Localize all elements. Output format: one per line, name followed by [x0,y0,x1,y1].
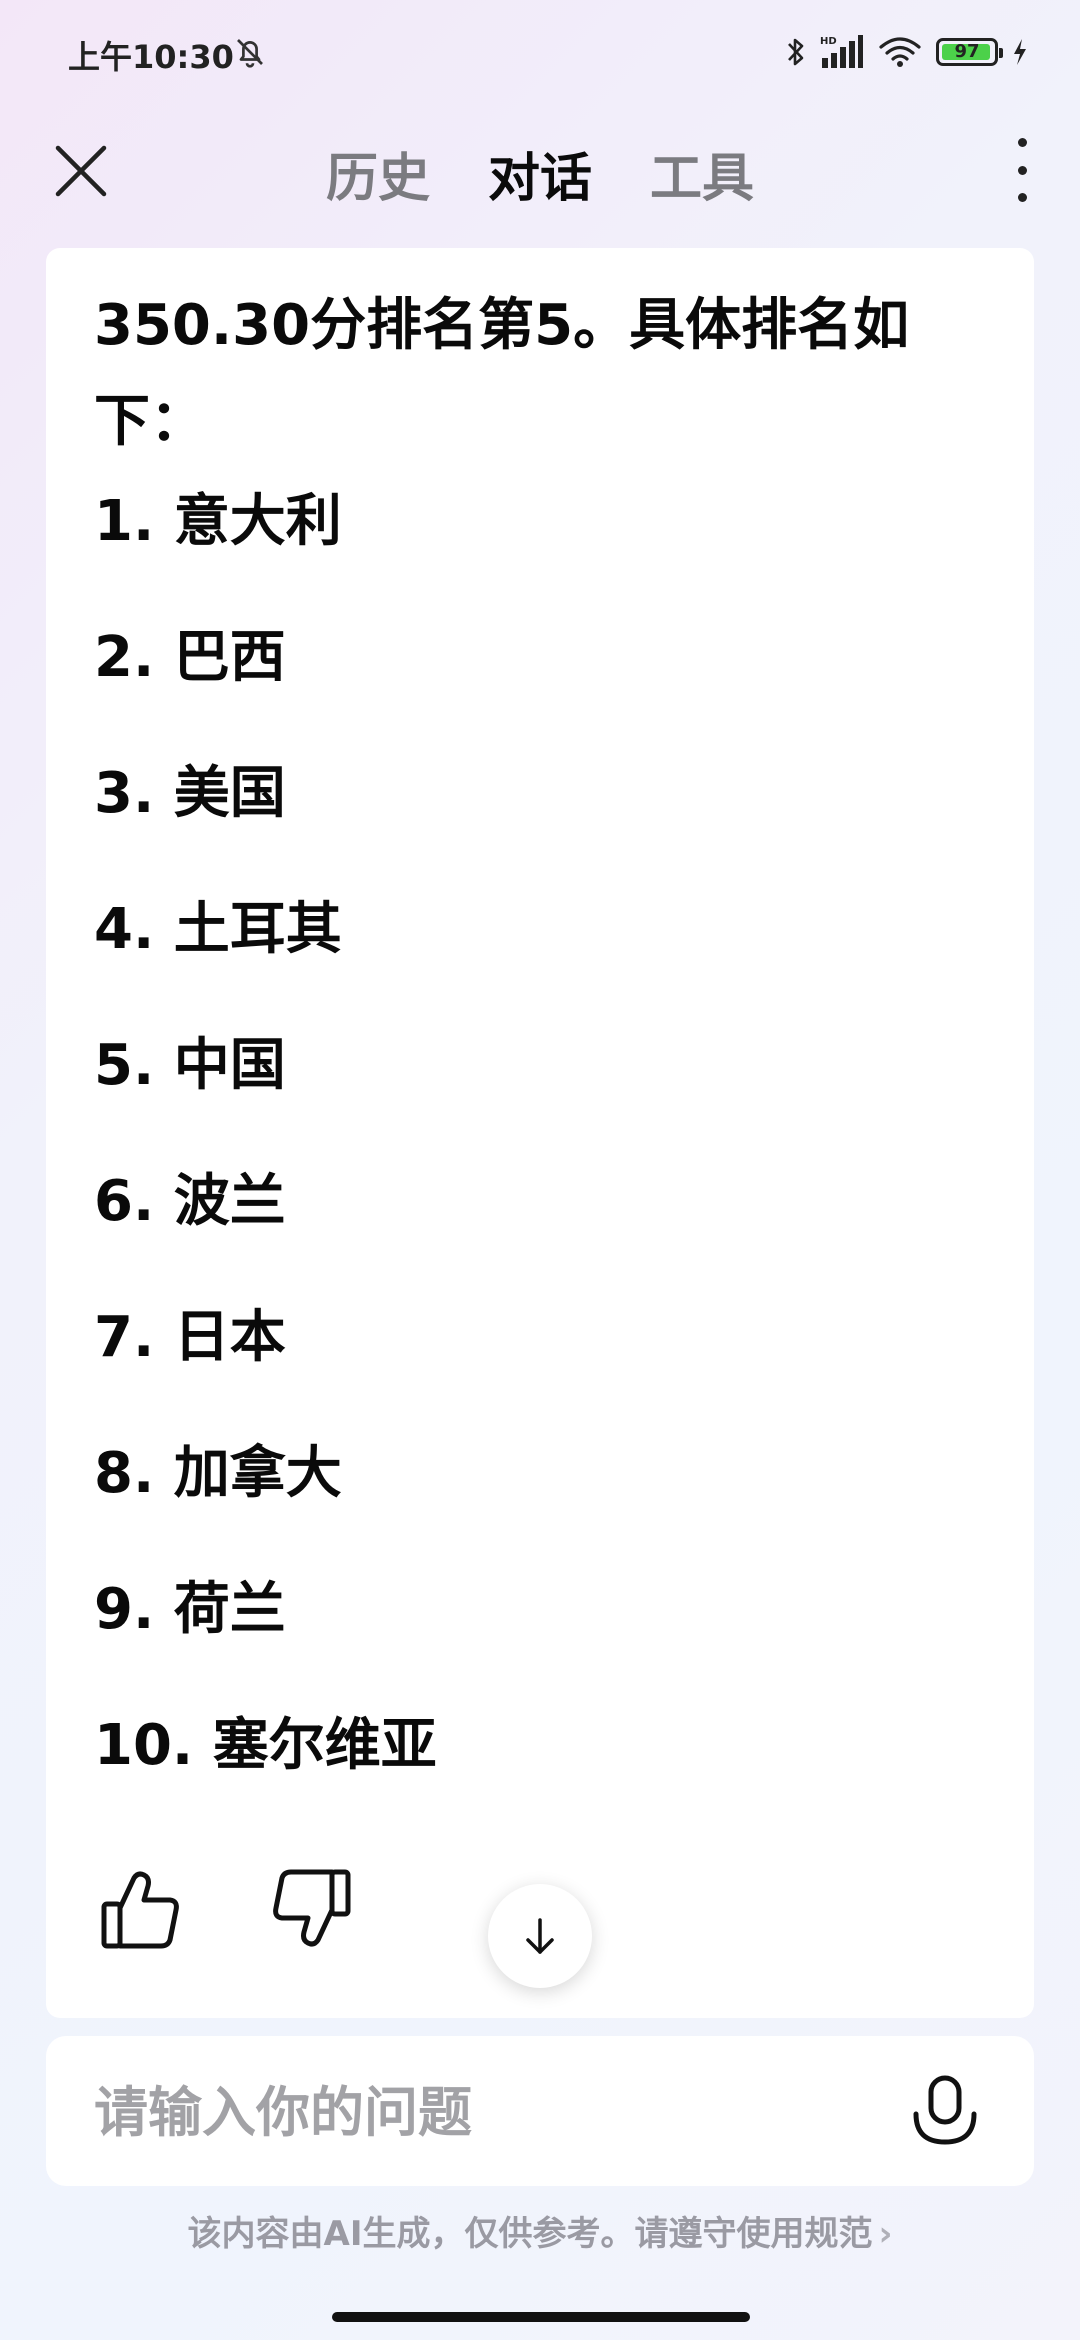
tab-tools[interactable]: 工具 [650,136,754,211]
svg-text:HD: HD [820,36,837,47]
list-item: 2. 巴西 [94,625,286,690]
disclaimer-text: 该内容由AI生成，仅供参考。请遵守使用规范 [187,2214,873,2254]
tab-history[interactable]: 历史 [326,136,430,211]
chevron-right-icon: › [878,2214,893,2254]
list-item: 9. 荷兰 [94,1577,286,1642]
list-item: 4. 土耳其 [94,897,342,962]
status-time: 上午10:30 [68,38,234,76]
home-indicator[interactable] [332,2312,750,2322]
battery-level: 97 [954,41,980,62]
microphone-icon[interactable] [910,2074,980,2150]
ai-disclaimer-link[interactable]: 该内容由AI生成，仅供参考。请遵守使用规范 › [0,2206,1080,2255]
message-card: 350.30分排名第5。具体排名如下： 1. 意大利 2. 巴西 3. 美国 4… [46,248,1034,2018]
mute-bell-icon [237,39,263,68]
status-icons: HD 97 [786,30,1028,74]
ranking-list: 1. 意大利 2. 巴西 3. 美国 4. 土耳其 5. 中国 6. 波兰 7.… [94,474,437,1834]
bluetooth-icon [788,38,804,66]
battery-icon: 97 [936,38,1003,66]
list-item: 5. 中国 [94,1033,286,1098]
top-nav: 历史 对话 工具 [0,120,1080,220]
thumbs-down-icon[interactable] [266,1864,356,1954]
arrow-down-icon [526,1918,554,1954]
charging-icon [1014,39,1026,65]
scroll-down-button[interactable] [488,1884,592,1988]
wifi-icon [879,37,921,67]
tab-bar: 历史 对话 工具 [0,136,1080,211]
thumbs-up-icon[interactable] [96,1864,186,1954]
list-item: 1. 意大利 [94,489,342,554]
list-item: 8. 加拿大 [94,1441,342,1506]
tab-chat[interactable]: 对话 [488,136,592,211]
hd-signal-icon: HD [820,35,863,68]
list-item: 3. 美国 [94,761,286,826]
more-options-icon[interactable] [1010,138,1034,202]
question-input-bar [46,2036,1034,2188]
list-item: 6. 波兰 [94,1169,286,1234]
list-item: 7. 日本 [94,1305,286,1370]
question-input[interactable] [92,2036,896,2188]
status-bar: 上午10:30 HD 97 [0,0,1080,110]
list-item: 10. 塞尔维亚 [94,1713,437,1778]
message-intro: 350.30分排名第5。具体排名如下： [94,293,910,454]
